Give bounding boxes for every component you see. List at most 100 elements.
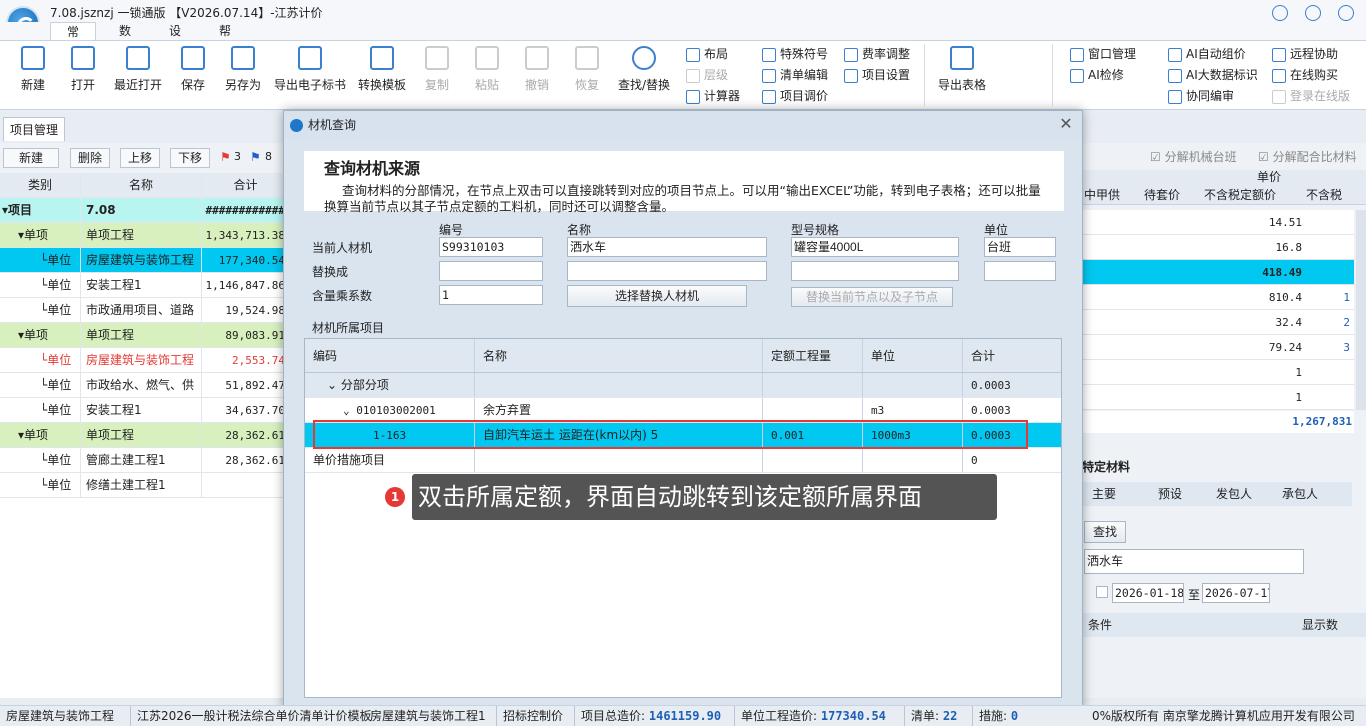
collab-review-button[interactable]: 协同编审 xyxy=(1168,86,1234,106)
layout-button[interactable]: 布局 xyxy=(686,44,728,64)
export-table-button[interactable]: 导出表格 xyxy=(934,44,990,104)
tree-new-button[interactable]: 新建 xyxy=(3,148,59,168)
online-buy-button[interactable]: 在线购买 xyxy=(1272,65,1338,85)
tree-row-name: 修缮土建工程1 xyxy=(81,473,202,498)
login-online-button[interactable]: 登录在线版 xyxy=(1272,86,1350,106)
minimize-icon[interactable] xyxy=(1272,5,1288,21)
right-grid-row[interactable]: 16.8 xyxy=(1082,235,1354,260)
project-settings-button[interactable]: 项目设置 xyxy=(844,65,910,85)
tab-project-manage[interactable]: 项目管理 xyxy=(3,117,65,141)
split-mix-checkbox[interactable]: ☑ 分解配合比材料 xyxy=(1258,148,1357,165)
find-replace-button[interactable]: 查找/替换 xyxy=(614,44,674,104)
paste-button[interactable]: 粘贴 xyxy=(468,44,506,104)
tab-contractor[interactable]: 承包人 xyxy=(1282,482,1318,506)
right-grid-row[interactable]: 32.4 2 xyxy=(1082,310,1354,335)
level-button[interactable]: 层级 xyxy=(686,65,728,85)
tree-move-up-button[interactable]: 上移 xyxy=(120,148,160,168)
export-bid-button[interactable]: 导出电子标书 xyxy=(270,44,350,104)
close-icon[interactable] xyxy=(1338,5,1354,21)
tab-main[interactable]: 主要 xyxy=(1092,482,1116,506)
material-search-input[interactable]: 洒水车 xyxy=(1084,549,1304,574)
tree-row[interactable]: ▾单项 单项工程 1,343,713.38 xyxy=(0,223,290,248)
status-total: 项目总造价: 1461159.90 xyxy=(574,706,721,726)
right-grid-row[interactable]: 418.49 xyxy=(1082,260,1354,285)
tree-row[interactable]: └单位 房屋建筑与装饰工程 177,340.54 xyxy=(0,248,290,273)
right-grid-row[interactable]: 810.4 1 xyxy=(1082,285,1354,310)
restore-icon[interactable] xyxy=(1305,5,1321,21)
calculator-button[interactable]: 计算器 xyxy=(686,86,740,106)
open-button[interactable]: 打开 xyxy=(62,44,104,104)
tree-row[interactable]: └单位 管廊土建工程1 28,362.61 xyxy=(0,448,290,473)
red-flag-icon[interactable]: ⚑ xyxy=(220,150,231,164)
right-scrollbar[interactable] xyxy=(1356,210,1366,410)
replace-node-button[interactable]: 替换当前节点以及子节点 xyxy=(791,287,953,307)
project-price-adjust-button[interactable]: 项目调价 xyxy=(762,86,828,106)
ai-auto-price-button[interactable]: AI自动组价 xyxy=(1168,44,1246,64)
tree-row[interactable]: └单位 房屋建筑与装饰工程 2,553.74 xyxy=(0,348,290,373)
col-quota-price[interactable]: 不含税定额价 xyxy=(1204,185,1276,205)
tab-common[interactable]: 常用 xyxy=(50,22,96,57)
current-unit-input[interactable]: 台班 xyxy=(984,237,1056,257)
step-badge: 1 xyxy=(385,487,405,507)
new-button[interactable]: 新建 xyxy=(12,44,54,104)
save-button[interactable]: 保存 xyxy=(172,44,214,104)
copy-icon xyxy=(425,46,449,70)
list-edit-button[interactable]: 清单编辑 xyxy=(762,65,828,85)
grid-row[interactable]: 单价措施项目 0 xyxy=(305,448,1061,473)
tree-row-total xyxy=(202,473,290,498)
right-grid-row[interactable]: 79.24 3 xyxy=(1082,335,1354,360)
ratio-input[interactable]: 1 xyxy=(439,285,543,305)
replace-name-input[interactable] xyxy=(567,261,767,281)
special-symbol-button[interactable]: 特殊符号 xyxy=(762,44,828,64)
tree-row[interactable]: └单位 修缮土建工程1 xyxy=(0,473,290,498)
replace-spec-input[interactable] xyxy=(791,261,959,281)
save-as-button[interactable]: 另存为 xyxy=(220,44,266,104)
replace-unit-input[interactable] xyxy=(984,261,1056,281)
redo-button[interactable]: 恢复 xyxy=(568,44,606,104)
ai-check-button[interactable]: AI检修 xyxy=(1070,65,1124,85)
current-code-input[interactable]: S99310103 xyxy=(439,237,543,257)
tab-help[interactable]: 帮助 xyxy=(202,22,248,56)
tree-row[interactable]: ▾单项 单项工程 89,083.91 xyxy=(0,323,290,348)
material-search-button[interactable]: 查找 xyxy=(1084,521,1126,543)
tree-row[interactable]: └单位 市政通用项目、道路 19,524.98 xyxy=(0,298,290,323)
date-filter-checkbox[interactable] xyxy=(1096,586,1108,598)
right-row-price: 418.49 xyxy=(1262,266,1302,279)
window-manage-button[interactable]: 窗口管理 xyxy=(1070,44,1136,64)
copy-button[interactable]: 复制 xyxy=(418,44,456,104)
blue-flag-icon[interactable]: ⚑ xyxy=(250,150,261,164)
tree-row[interactable]: └单位 市政给水、燃气、供 51,892.47 xyxy=(0,373,290,398)
dialog-close-icon[interactable]: ✕ xyxy=(1056,114,1076,134)
tree-row[interactable]: └单位 安装工程1 1,146,847.86 xyxy=(0,273,290,298)
tree-row[interactable]: ▾单项 单项工程 28,362.61 xyxy=(0,423,290,448)
date-to-input[interactable]: 2026-07-17 xyxy=(1202,583,1270,603)
right-grid-row[interactable]: 1 xyxy=(1082,385,1354,410)
remote-assist-button[interactable]: 远程协助 xyxy=(1272,44,1338,64)
tree-row[interactable]: └单位 安装工程1 34,637.70 xyxy=(0,398,290,423)
tree-move-down-button[interactable]: 下移 xyxy=(170,148,210,168)
undo-button[interactable]: 撤销 xyxy=(518,44,556,104)
select-replacement-button[interactable]: 选择替换人材机 xyxy=(567,285,747,307)
grid-cell-qty xyxy=(763,398,863,422)
grid-header: 编码 名称 定额工程量 单位 合计 xyxy=(305,339,1061,373)
grid-row[interactable]: ⌄ 分部分项 0.0003 xyxy=(305,373,1061,398)
right-row-price: 16.8 xyxy=(1275,241,1303,254)
tab-data[interactable]: 数据 xyxy=(102,22,148,56)
right-grid-row[interactable]: 14.51 xyxy=(1082,210,1354,235)
recent-button[interactable]: 最近打开 xyxy=(110,44,166,104)
tab-preset[interactable]: 预设 xyxy=(1158,482,1182,506)
convert-template-button[interactable]: 转换模板 xyxy=(354,44,410,104)
current-spec-input[interactable]: 罐容量4000L xyxy=(791,237,959,257)
right-grid-row[interactable]: 1 xyxy=(1082,360,1354,385)
date-from-input[interactable]: 2026-01-18 xyxy=(1112,583,1184,603)
right-total: 1,267,831 xyxy=(1082,411,1354,433)
rate-adjust-button[interactable]: 费率调整 xyxy=(844,44,910,64)
tab-settings[interactable]: 设置 xyxy=(152,22,198,56)
tab-employer[interactable]: 发包人 xyxy=(1216,482,1252,506)
replace-code-input[interactable] xyxy=(439,261,543,281)
tree-row[interactable]: ▾项目 7.08 ############ xyxy=(0,198,290,223)
tree-delete-button[interactable]: 删除 xyxy=(70,148,110,168)
current-name-input[interactable]: 洒水车 xyxy=(567,237,767,257)
ai-bigdata-mark-button[interactable]: AI大数据标识 xyxy=(1168,65,1258,85)
split-machine-checkbox[interactable]: ☑ 分解机械台班 xyxy=(1150,148,1237,165)
